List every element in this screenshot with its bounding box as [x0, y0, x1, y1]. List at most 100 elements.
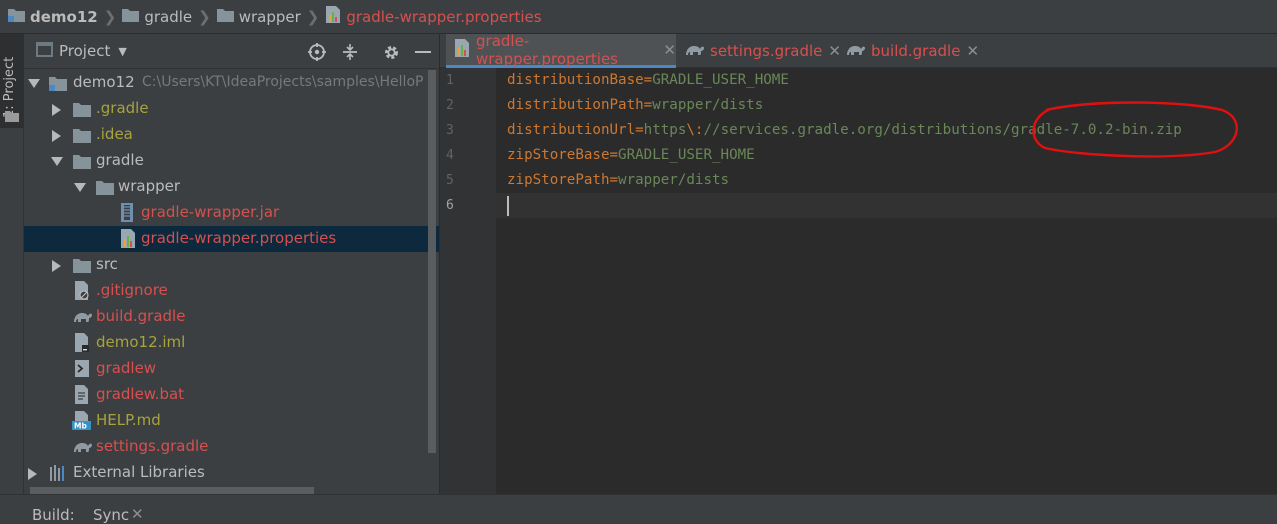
- project-panel-title: Project: [59, 42, 111, 60]
- project-tree: demo12 C:\Users\KT\IdeaProjects\samples\…: [24, 70, 439, 494]
- tab-gradle-wrapper-properties[interactable]: gradle-wrapper.properties ✕: [446, 32, 676, 68]
- tree-item-gradle-dir[interactable]: .gradle: [24, 96, 439, 122]
- project-view-icon: [36, 41, 53, 61]
- tree-item-build-gradle[interactable]: build.gradle: [24, 304, 439, 330]
- tree-item-idea[interactable]: .idea: [24, 122, 439, 148]
- tree-item-label: .gitignore: [96, 281, 168, 299]
- expand-arrow-icon[interactable]: [51, 157, 63, 167]
- property-key: zipStorePath: [507, 172, 610, 188]
- expand-arrow-icon[interactable]: [28, 468, 38, 480]
- tab-label: settings.gradle: [710, 42, 823, 60]
- project-tool-window-tab[interactable]: 1: Project: [0, 34, 24, 128]
- iml-file-icon: [74, 333, 92, 352]
- libraries-icon: [49, 464, 67, 481]
- tree-item-label: HELP.md: [96, 411, 161, 429]
- tree-item-gradlew[interactable]: gradlew: [24, 356, 439, 382]
- bottom-tool-bar: Build: Sync ✕: [0, 494, 1277, 524]
- tree-item-src[interactable]: src: [24, 252, 439, 278]
- tree-item-wrapper[interactable]: wrapper: [24, 174, 439, 200]
- code-line: zipStoreBase=GRADLE_USER_HOME: [507, 147, 755, 163]
- property-value: wrapper/dists: [652, 97, 764, 113]
- property-key: distributionPath: [507, 97, 644, 113]
- breadcrumb-separator: ❯: [198, 7, 211, 26]
- tree-item-label: gradle-wrapper.jar: [141, 203, 280, 221]
- code-line: distributionPath=wrapper/dists: [507, 97, 763, 113]
- tree-item-demo12[interactable]: demo12 C:\Users\KT\IdeaProjects\samples\…: [24, 70, 439, 96]
- tree-item-label: gradlew: [96, 359, 157, 377]
- property-value: wrapper/dists: [618, 172, 730, 188]
- tab-label: build.gradle: [871, 42, 961, 60]
- breadcrumb-label: demo12: [30, 7, 98, 26]
- project-horizontal-scrollbar[interactable]: [30, 487, 314, 494]
- tree-item-help-md[interactable]: Mb HELP.md: [24, 408, 439, 434]
- navigation-bar: demo12 ❯ gradle ❯ wrapper ❯ gradle-wrapp…: [0, 0, 1277, 34]
- gradle-file-icon: [72, 438, 92, 455]
- folder-icon: [73, 127, 91, 144]
- project-vertical-scrollbar[interactable]: [428, 70, 436, 453]
- breadcrumb-label: gradle: [144, 7, 193, 26]
- hide-icon[interactable]: [414, 43, 432, 61]
- editor-tab-bar: gradle-wrapper.properties ✕ settings.gra…: [440, 32, 1277, 68]
- tab-build-gradle[interactable]: build.gradle ✕: [845, 34, 980, 68]
- properties-file-icon: [454, 38, 470, 61]
- tree-item-label: settings.gradle: [96, 437, 209, 455]
- sync-tab[interactable]: Sync: [93, 506, 129, 524]
- build-label: Build:: [32, 506, 75, 524]
- tree-item-gradle-wrapper-jar[interactable]: gradle-wrapper.jar: [24, 200, 439, 226]
- expand-arrow-icon[interactable]: [28, 79, 40, 89]
- breadcrumb-label: gradle-wrapper.properties: [346, 7, 542, 26]
- line-number: 5: [446, 173, 454, 188]
- gear-icon[interactable]: [382, 43, 400, 61]
- breadcrumb-demo12[interactable]: demo12: [8, 0, 98, 34]
- tree-item-path: C:\Users\KT\IdeaProjects\samples\HelloP: [142, 74, 424, 90]
- tree-item-label: gradle-wrapper.properties: [141, 229, 337, 247]
- equals-sign: =: [635, 122, 644, 138]
- line-number: 2: [446, 98, 454, 113]
- project-panel-header: Project ▼: [24, 34, 439, 69]
- line-number: 1: [446, 73, 454, 88]
- jar-file-icon: [120, 203, 138, 222]
- tree-item-gitignore[interactable]: .gitignore: [24, 278, 439, 304]
- tree-item-gradle-wrapper-properties[interactable]: gradle-wrapper.properties: [24, 226, 439, 252]
- equals-sign: =: [643, 97, 653, 113]
- close-icon[interactable]: ✕: [131, 505, 144, 523]
- tree-item-external-libraries[interactable]: External Libraries: [24, 460, 439, 486]
- tree-item-label: External Libraries: [73, 463, 205, 481]
- tool-window-strip: 1: Project: [0, 34, 24, 524]
- text-caret: [507, 196, 509, 216]
- breadcrumb-gradle[interactable]: gradle: [122, 0, 192, 34]
- breadcrumb-separator: ❯: [103, 7, 117, 26]
- folder-icon: [122, 7, 140, 26]
- escape-sequence: \:: [686, 122, 704, 138]
- tree-item-demo12-iml[interactable]: demo12.iml: [24, 330, 439, 356]
- view-dropdown-icon[interactable]: ▼: [118, 45, 126, 58]
- close-icon[interactable]: ✕: [828, 42, 841, 60]
- close-icon[interactable]: ✕: [966, 42, 979, 60]
- project-folder-icon: [8, 7, 25, 26]
- tab-settings-gradle[interactable]: settings.gradle ✕: [684, 34, 841, 68]
- locate-icon[interactable]: [308, 43, 326, 61]
- breadcrumb-properties-file[interactable]: gradle-wrapper.properties: [325, 0, 542, 34]
- code-line: zipStorePath=wrapper/dists: [507, 172, 729, 188]
- expand-arrow-icon[interactable]: [74, 183, 86, 193]
- close-icon[interactable]: ✕: [663, 41, 676, 59]
- gradle-file-icon: [684, 41, 704, 61]
- property-value: //services.gradle.org/distributions/grad…: [703, 122, 1182, 138]
- expand-arrow-icon[interactable]: [52, 260, 62, 272]
- breadcrumb-wrapper[interactable]: wrapper: [216, 0, 301, 34]
- folder-icon: [73, 153, 91, 170]
- line-number: 6: [446, 198, 454, 213]
- tree-item-label: src: [96, 255, 118, 273]
- tree-item-gradlew-bat[interactable]: gradlew.bat: [24, 382, 439, 408]
- expand-arrow-icon[interactable]: [52, 104, 62, 116]
- property-key: distributionBase: [507, 72, 644, 88]
- folder-icon: [5, 110, 19, 126]
- tree-item-settings-gradle[interactable]: settings.gradle: [24, 434, 439, 460]
- folder-icon: [73, 257, 91, 274]
- expand-arrow-icon[interactable]: [52, 130, 62, 142]
- tree-item-gradle[interactable]: gradle: [24, 148, 439, 174]
- property-value: GRADLE_USER_HOME: [652, 72, 789, 88]
- tree-item-label: wrapper: [118, 177, 181, 195]
- equals-sign: =: [643, 72, 653, 88]
- collapse-all-icon[interactable]: [341, 43, 359, 61]
